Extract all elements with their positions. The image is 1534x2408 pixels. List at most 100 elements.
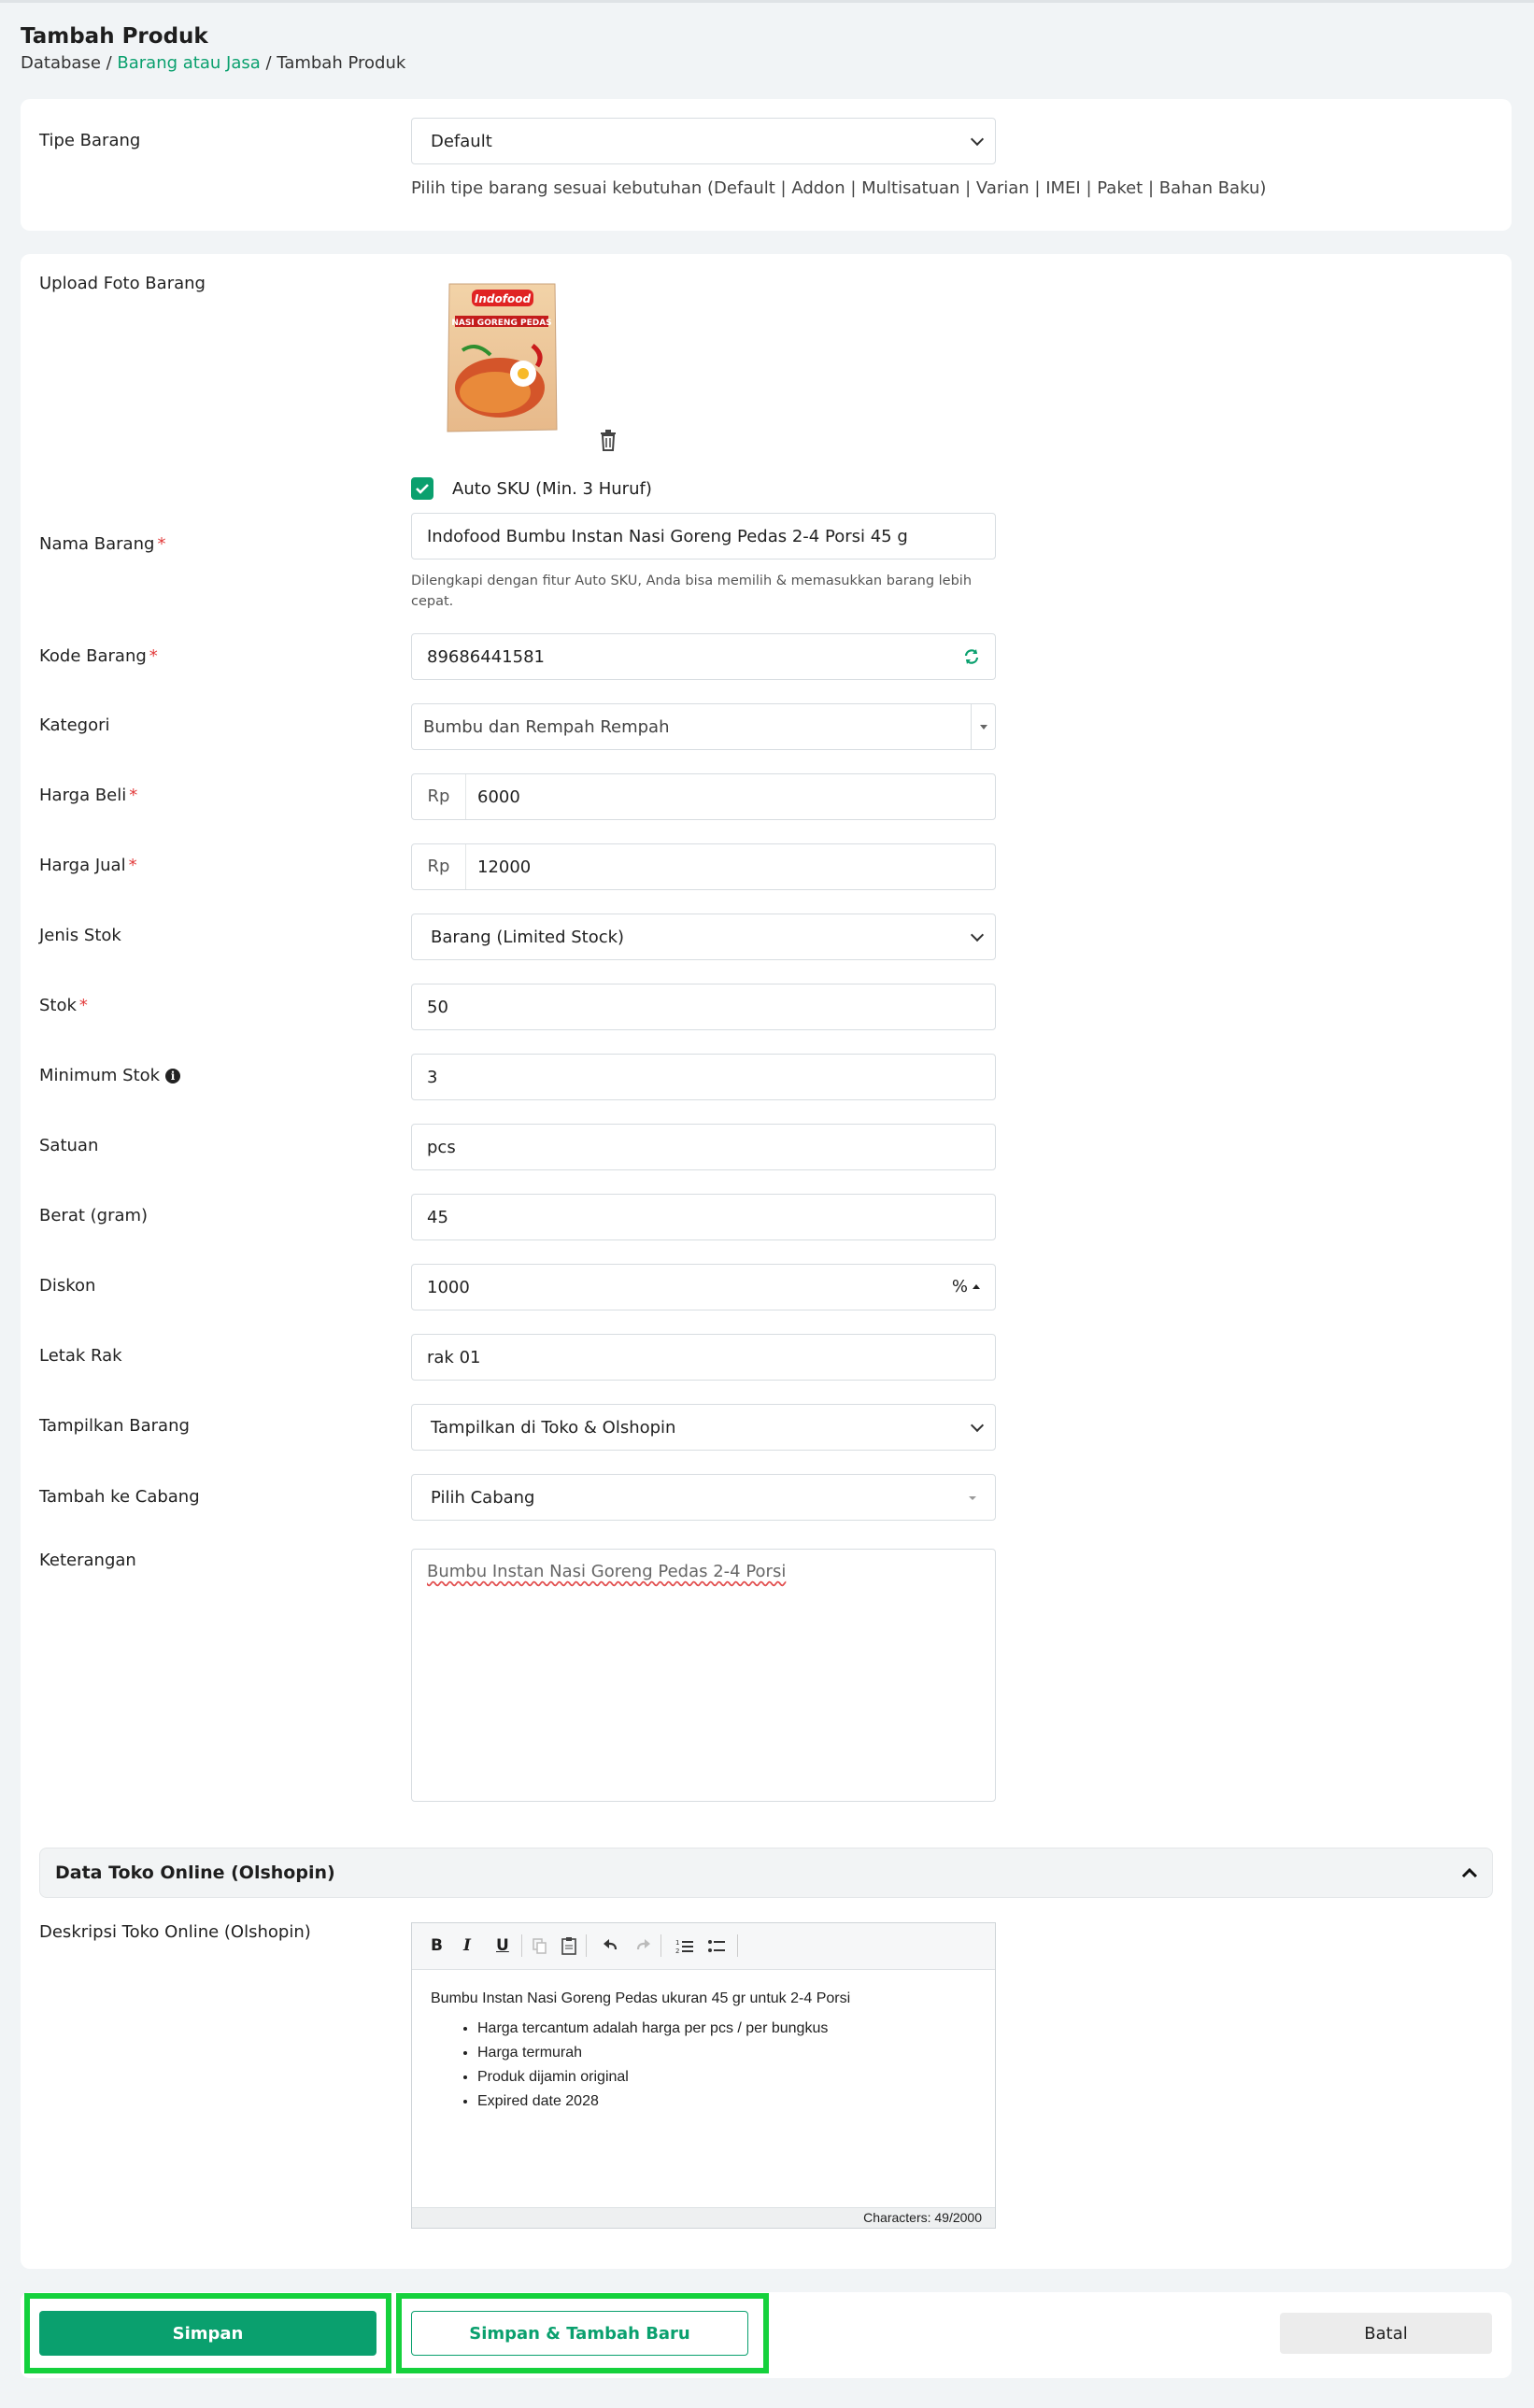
kategori-select[interactable]: Bumbu dan Rempah Rempah (411, 703, 996, 750)
stok-label-text: Stok (39, 996, 77, 1015)
bulleted-list-icon[interactable] (707, 1937, 726, 1956)
editor-bullet-item: Harga tercantum adalah harga per pcs / p… (477, 2017, 976, 2041)
caret-up-icon (973, 1284, 980, 1289)
tampilkan-barang-label: Tampilkan Barang (39, 1416, 190, 1436)
editor-paragraph: Bumbu Instan Nasi Goreng Pedas ukuran 45… (431, 1990, 851, 2006)
harga-jual-prefix: Rp (412, 844, 466, 889)
kode-barang-label: Kode Barang * (39, 646, 158, 666)
bold-icon[interactable]: B (431, 1936, 443, 1955)
letak-rak-label: Letak Rak (39, 1346, 122, 1366)
kategori-label: Kategori (39, 715, 110, 735)
kategori-value: Bumbu dan Rempah Rempah (423, 716, 670, 737)
editor-bullet-item: Expired date 2028 (477, 2089, 976, 2114)
letak-rak-input[interactable]: rak 01 (411, 1334, 996, 1381)
chevron-down-icon (970, 1418, 985, 1433)
cancel-button[interactable]: Batal (1280, 2313, 1492, 2354)
breadcrumb-database[interactable]: Database (21, 53, 101, 73)
rich-text-editor: B I U 12 Bumbu Instan Nasi Goreng Pedas … (411, 1922, 996, 2229)
caret-down-icon (980, 725, 987, 729)
harga-beli-label: Harga Beli * (39, 786, 138, 805)
olshopin-section-header[interactable]: Data Toko Online (Olshopin) (39, 1848, 1493, 1898)
tambah-cabang-select[interactable]: Pilih Cabang (411, 1474, 996, 1521)
info-icon[interactable]: i (165, 1069, 181, 1084)
harga-beli-prefix: Rp (412, 774, 466, 819)
jenis-stok-select[interactable]: Barang (Limited Stock) (411, 914, 996, 960)
harga-jual-value: 12000 (477, 857, 532, 877)
kategori-dropdown-toggle[interactable] (971, 704, 995, 749)
breadcrumb-barang-jasa[interactable]: Barang atau Jasa (117, 53, 260, 73)
save-button[interactable]: Simpan (39, 2311, 376, 2356)
chevron-down-icon (970, 132, 985, 147)
tipe-barang-select[interactable]: Default (411, 118, 996, 164)
keterangan-label: Keterangan (39, 1551, 136, 1570)
tambah-cabang-value: Pilih Cabang (431, 1487, 535, 1508)
toolbar-divider (521, 1934, 522, 1957)
photo-brand-text: Indofood (475, 292, 532, 305)
kode-barang-value: 89686441581 (427, 646, 545, 667)
product-photo: Indofood NASI GORENG PEDAS (444, 280, 561, 435)
auto-sku-checkbox[interactable] (411, 477, 433, 500)
jenis-stok-label: Jenis Stok (39, 926, 121, 945)
kode-barang-input[interactable]: 89686441581 (411, 633, 996, 680)
satuan-label: Satuan (39, 1136, 99, 1155)
underline-icon[interactable]: U (496, 1936, 509, 1955)
editor-bullet-list: Harga tercantum adalah harga per pcs / p… (431, 2017, 976, 2114)
minimum-stok-label-text: Minimum Stok (39, 1066, 161, 1085)
diskon-unit-toggle[interactable]: % (952, 1277, 982, 1296)
harga-beli-value: 6000 (477, 786, 520, 807)
nama-barang-label-text: Nama Barang (39, 534, 155, 554)
page-title: Tambah Produk (21, 24, 208, 49)
tampilkan-barang-select[interactable]: Tampilkan di Toko & Olshopin (411, 1404, 996, 1451)
tipe-barang-hint: Pilih tipe barang sesuai kebutuhan (Defa… (411, 178, 1267, 198)
harga-beli-label-text: Harga Beli (39, 786, 127, 805)
breadcrumb-current: Tambah Produk (277, 53, 406, 73)
nama-barang-label: Nama Barang * (39, 534, 166, 554)
stok-label: Stok * (39, 996, 88, 1015)
diskon-unit: % (951, 1277, 968, 1296)
save-and-new-button[interactable]: Simpan & Tambah Baru (411, 2311, 748, 2356)
keterangan-textarea[interactable]: Bumbu Instan Nasi Goreng Pedas 2-4 Porsi (411, 1549, 996, 1802)
numbered-list-icon[interactable]: 12 (675, 1937, 694, 1956)
harga-jual-label: Harga Jual * (39, 856, 137, 875)
redo-icon[interactable] (634, 1938, 651, 1953)
editor-toolbar: B I U 12 (412, 1923, 995, 1970)
diskon-input[interactable]: 1000 % (411, 1264, 996, 1310)
undo-icon[interactable] (603, 1938, 619, 1953)
toolbar-divider (737, 1934, 738, 1957)
paste-icon[interactable] (560, 1936, 578, 1955)
satuan-input[interactable]: pcs (411, 1124, 996, 1170)
diskon-value: 1000 (427, 1277, 470, 1297)
berat-input[interactable]: 45 (411, 1194, 996, 1240)
char-counter: Characters: 49/2000 (412, 2207, 995, 2228)
tipe-barang-value: Default (431, 131, 492, 151)
berat-label: Berat (gram) (39, 1206, 149, 1225)
svg-text:2: 2 (675, 1948, 679, 1955)
toolbar-divider (660, 1934, 661, 1957)
caret-down-icon (969, 1496, 976, 1500)
harga-jual-label-text: Harga Jual (39, 856, 126, 875)
italic-icon[interactable]: I (463, 1936, 471, 1955)
checkmark-icon (416, 484, 429, 494)
harga-jual-input[interactable]: Rp 12000 (411, 843, 996, 890)
diskon-label: Diskon (39, 1276, 96, 1296)
breadcrumb: Database / Barang atau Jasa / Tambah Pro… (21, 53, 406, 73)
svg-text:1: 1 (675, 1939, 679, 1947)
harga-beli-input[interactable]: Rp 6000 (411, 773, 996, 820)
refresh-icon[interactable] (963, 648, 980, 670)
editor-content[interactable]: Bumbu Instan Nasi Goreng Pedas ukuran 45… (412, 1970, 995, 2114)
tipe-barang-label: Tipe Barang (39, 131, 141, 150)
auto-sku-label: Auto SKU (Min. 3 Huruf) (452, 479, 652, 499)
minimum-stok-input[interactable]: 3 (411, 1054, 996, 1100)
trash-icon[interactable] (598, 430, 618, 456)
nama-barang-hint: Dilengkapi dengan fitur Auto SKU, Anda b… (411, 574, 973, 609)
stok-input[interactable]: 50 (411, 984, 996, 1030)
editor-bullet-item: Harga termurah (477, 2041, 976, 2065)
chevron-up-icon (1461, 1867, 1478, 1878)
tambah-cabang-label: Tambah ke Cabang (39, 1487, 200, 1507)
photo-product-text: NASI GORENG PEDAS (451, 319, 551, 328)
copy-icon[interactable] (532, 1937, 548, 1956)
tampilkan-barang-value: Tampilkan di Toko & Olshopin (431, 1417, 676, 1438)
jenis-stok-value: Barang (Limited Stock) (431, 927, 625, 947)
nama-barang-input[interactable]: Indofood Bumbu Instan Nasi Goreng Pedas … (411, 513, 996, 560)
chevron-down-icon (970, 928, 985, 942)
